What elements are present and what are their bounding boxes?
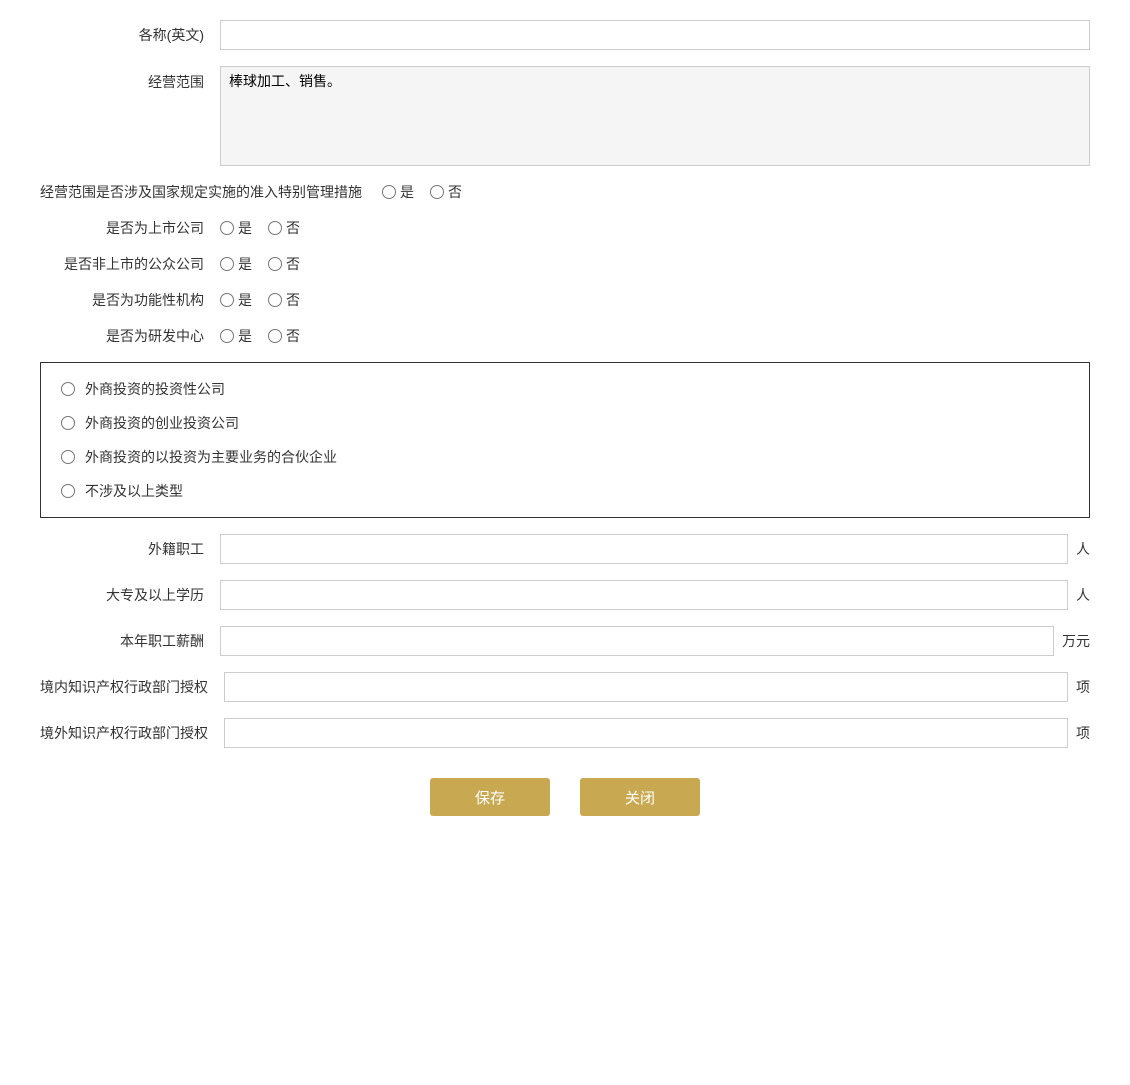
special-mgmt-no-label: 否 [448,182,462,202]
special-mgmt-yes-label: 是 [400,182,414,202]
annual-salary-input[interactable] [220,626,1054,656]
unlisted-public-yes-label: 是 [238,254,252,274]
unlisted-public-yes-radio[interactable] [220,257,234,271]
listed-company-row: 是否为上市公司 是 否 [40,218,1090,238]
investment-type-radio-2[interactable] [61,450,75,464]
foreign-ip-input[interactable] [224,718,1068,748]
listed-company-label: 是否为上市公司 [40,218,220,238]
investment-type-row-1: 外商投资的创业投资公司 [61,413,1069,433]
business-scope-label: 经营范围 [40,66,220,92]
functional-org-row: 是否为功能性机构 是 否 [40,290,1090,310]
investment-type-box: 外商投资的投资性公司 外商投资的创业投资公司 外商投资的以投资为主要业务的合伙企… [40,362,1090,518]
special-mgmt-no-radio[interactable] [430,185,444,199]
rd-center-no[interactable]: 否 [268,326,300,346]
rd-center-radio-group: 是 否 [220,326,300,346]
functional-org-no-radio[interactable] [268,293,282,307]
special-mgmt-label: 经营范围是否涉及国家规定实施的准入特别管理措施 [40,182,382,202]
investment-type-label-3: 不涉及以上类型 [85,481,183,501]
listed-company-no-label: 否 [286,218,300,238]
unlisted-public-no-label: 否 [286,254,300,274]
investment-type-row-0: 外商投资的投资性公司 [61,379,1069,399]
name-en-input[interactable] [220,20,1090,50]
form-container: 各称(英文) 经营范围 棒球加工、销售。 经营范围是否涉及国家规定实施的准入特别… [40,20,1090,816]
investment-type-label-0: 外商投资的投资性公司 [85,379,225,399]
rd-center-label: 是否为研发中心 [40,326,220,346]
annual-salary-label: 本年职工薪酬 [40,631,220,651]
rd-center-no-label: 否 [286,326,300,346]
foreign-ip-row: 境外知识产权行政部门授权 项 [40,718,1090,748]
foreign-ip-unit: 项 [1076,723,1090,743]
rd-center-yes-radio[interactable] [220,329,234,343]
unlisted-public-radio-group: 是 否 [220,254,300,274]
business-scope-row: 经营范围 棒球加工、销售。 [40,66,1090,166]
special-mgmt-radio-group: 是 否 [382,182,462,202]
foreign-staff-row: 外籍职工 人 [40,534,1090,564]
annual-salary-unit: 万元 [1062,631,1090,651]
name-en-label: 各称(英文) [40,25,220,45]
functional-org-no[interactable]: 否 [268,290,300,310]
save-button[interactable]: 保存 [430,778,550,816]
business-scope-textarea[interactable]: 棒球加工、销售。 [220,66,1090,166]
unlisted-public-yes[interactable]: 是 [220,254,252,274]
functional-org-yes-label: 是 [238,290,252,310]
listed-company-no-radio[interactable] [268,221,282,235]
functional-org-radio-group: 是 否 [220,290,300,310]
domestic-ip-label: 境内知识产权行政部门授权 [40,677,224,697]
listed-company-no[interactable]: 否 [268,218,300,238]
investment-type-row-2: 外商投资的以投资为主要业务的合伙企业 [61,447,1069,467]
investment-type-radio-0[interactable] [61,382,75,396]
investment-type-radio-1[interactable] [61,416,75,430]
rd-center-row: 是否为研发中心 是 否 [40,326,1090,346]
foreign-staff-input[interactable] [220,534,1068,564]
domestic-ip-row: 境内知识产权行政部门授权 项 [40,672,1090,702]
functional-org-yes-radio[interactable] [220,293,234,307]
special-mgmt-row: 经营范围是否涉及国家规定实施的准入特别管理措施 是 否 [40,182,1090,202]
rd-center-yes[interactable]: 是 [220,326,252,346]
special-mgmt-yes[interactable]: 是 [382,182,414,202]
functional-org-no-label: 否 [286,290,300,310]
functional-org-yes[interactable]: 是 [220,290,252,310]
button-row: 保存 关闭 [40,778,1090,816]
special-mgmt-no[interactable]: 否 [430,182,462,202]
investment-type-label-2: 外商投资的以投资为主要业务的合伙企业 [85,447,337,467]
college-above-row: 大专及以上学历 人 [40,580,1090,610]
college-above-input[interactable] [220,580,1068,610]
listed-company-yes-label: 是 [238,218,252,238]
domestic-ip-unit: 项 [1076,677,1090,697]
investment-type-radio-3[interactable] [61,484,75,498]
foreign-staff-label: 外籍职工 [40,539,220,559]
rd-center-no-radio[interactable] [268,329,282,343]
listed-company-radio-group: 是 否 [220,218,300,238]
investment-type-row-3: 不涉及以上类型 [61,481,1069,501]
college-above-label: 大专及以上学历 [40,585,220,605]
foreign-staff-unit: 人 [1076,539,1090,559]
investment-type-label-1: 外商投资的创业投资公司 [85,413,239,433]
unlisted-public-label: 是否非上市的公众公司 [40,254,220,274]
annual-salary-row: 本年职工薪酬 万元 [40,626,1090,656]
college-above-unit: 人 [1076,585,1090,605]
listed-company-yes-radio[interactable] [220,221,234,235]
unlisted-public-no-radio[interactable] [268,257,282,271]
listed-company-yes[interactable]: 是 [220,218,252,238]
foreign-ip-label: 境外知识产权行政部门授权 [40,723,224,743]
special-mgmt-yes-radio[interactable] [382,185,396,199]
unlisted-public-no[interactable]: 否 [268,254,300,274]
functional-org-label: 是否为功能性机构 [40,290,220,310]
close-button[interactable]: 关闭 [580,778,700,816]
name-en-row: 各称(英文) [40,20,1090,50]
unlisted-public-row: 是否非上市的公众公司 是 否 [40,254,1090,274]
domestic-ip-input[interactable] [224,672,1068,702]
rd-center-yes-label: 是 [238,326,252,346]
